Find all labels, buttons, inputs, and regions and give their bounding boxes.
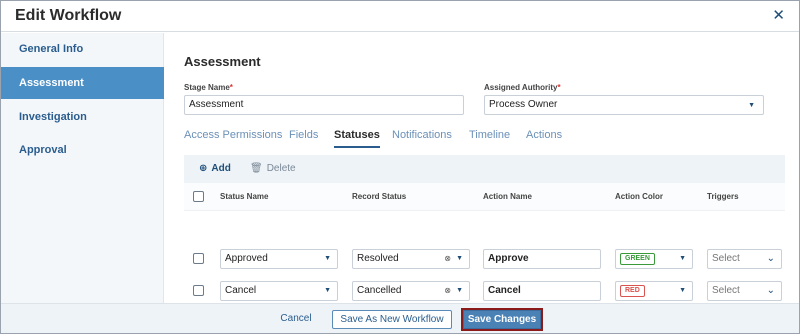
trash-icon: 🗑 — [250, 163, 263, 174]
chevron-down-icon: ▼ — [324, 255, 331, 262]
statuses-panel: ⊕ Add 🗑 Delete Status Name Record Status A… — [184, 155, 785, 303]
add-button[interactable]: ⊕ Add — [199, 163, 231, 174]
status-name-value: Cancel — [225, 285, 257, 296]
tab-fields[interactable]: Fields — [289, 129, 318, 141]
chevron-down-icon: ▼ — [456, 255, 463, 262]
assigned-authority-label: Assigned Authority* — [484, 83, 561, 92]
stage-name-input[interactable]: Assessment — [184, 95, 464, 115]
chevron-down-icon: ▼ — [456, 287, 463, 294]
triggers-value: Select — [712, 285, 740, 296]
record-status-value: Resolved — [357, 253, 399, 264]
chevron-down-icon: ▼ — [748, 102, 755, 109]
column-header: Action Name — [483, 192, 532, 201]
chevron-down-icon: ▼ — [679, 287, 686, 294]
triggers-select[interactable]: Select ⌄ — [707, 281, 782, 301]
row-checkbox[interactable] — [193, 285, 204, 296]
statuses-toolbar: ⊕ Add 🗑 Delete — [184, 155, 785, 183]
clear-icon[interactable]: ⊗ — [444, 250, 451, 268]
assigned-authority-label-text: Assigned Authority — [484, 83, 558, 92]
action-color-select[interactable]: GREEN ▼ — [615, 249, 693, 269]
row-checkbox[interactable] — [193, 253, 204, 264]
color-badge: GREEN — [620, 253, 655, 265]
tab-timeline[interactable]: Timeline — [469, 129, 510, 141]
action-name-input[interactable]: Cancel — [483, 281, 601, 301]
delete-button[interactable]: 🗑 Delete — [250, 163, 296, 174]
triggers-select[interactable]: Select ⌄ — [707, 249, 782, 269]
column-header: Record Status — [352, 192, 407, 201]
close-icon[interactable]: ✕ — [772, 8, 785, 24]
sidebar-item-investigation[interactable]: Investigation — [1, 101, 164, 133]
dialog-header: Edit Workflow ✕ — [1, 1, 799, 32]
tab-access-permissions[interactable]: Access Permissions — [184, 129, 282, 141]
record-status-select[interactable]: Cancelled ⊗ ▼ — [352, 281, 470, 301]
sidebar-item-approval[interactable]: Approval — [1, 134, 164, 166]
plus-circle-icon: ⊕ — [199, 163, 208, 174]
add-label: Add — [211, 163, 231, 174]
status-name-select[interactable]: Approved ▼ — [220, 249, 338, 269]
table-header: Status Name Record Status Action Name Ac… — [184, 183, 785, 211]
sidebar-item-general-info[interactable]: General Info — [1, 33, 164, 65]
triggers-value: Select — [712, 253, 740, 264]
select-all-checkbox[interactable] — [193, 191, 204, 202]
required-mark: * — [229, 83, 233, 92]
column-header: Triggers — [707, 192, 739, 201]
assigned-authority-value: Process Owner — [489, 99, 558, 110]
cancel-button[interactable]: Cancel — [273, 310, 319, 329]
sidebar: General Info Assessment Investigation Ap… — [1, 33, 164, 303]
tab-actions[interactable]: Actions — [526, 129, 562, 141]
delete-label: Delete — [266, 163, 296, 174]
sidebar-item-assessment[interactable]: Assessment — [1, 67, 164, 99]
chevron-down-icon: ⌄ — [766, 253, 775, 264]
save-changes-button[interactable]: Save Changes — [461, 308, 543, 331]
assigned-authority-select[interactable]: Process Owner ▼ — [484, 95, 764, 115]
clear-icon[interactable]: ⊗ — [444, 282, 451, 300]
stage-name-label-text: Stage Name — [184, 83, 230, 92]
dialog-title: Edit Workflow — [15, 7, 122, 24]
tab-statuses[interactable]: Statuses — [334, 129, 380, 148]
save-as-new-workflow-button[interactable]: Save As New Workflow — [332, 310, 452, 329]
column-header: Status Name — [220, 192, 269, 201]
required-mark: * — [557, 83, 561, 92]
color-badge: RED — [620, 285, 645, 297]
record-status-value: Cancelled — [357, 285, 402, 296]
status-name-value: Approved — [225, 253, 268, 264]
action-color-select[interactable]: RED ▼ — [615, 281, 693, 301]
tab-notifications[interactable]: Notifications — [392, 129, 452, 141]
edit-workflow-dialog: Edit Workflow ✕ General Info Assessment … — [0, 0, 800, 334]
stage-name-label: Stage Name* — [184, 83, 233, 92]
record-status-select[interactable]: Resolved ⊗ ▼ — [352, 249, 470, 269]
status-name-select[interactable]: Cancel ▼ — [220, 281, 338, 301]
main-content: Assessment Stage Name* Assessment Assign… — [165, 33, 799, 303]
section-title: Assessment — [184, 54, 261, 69]
column-header: Action Color — [615, 192, 663, 201]
chevron-down-icon: ⌄ — [766, 285, 775, 296]
chevron-down-icon: ▼ — [324, 287, 331, 294]
dialog-footer: Cancel Save As New Workflow Save Changes — [1, 303, 799, 333]
action-name-input[interactable]: Approve — [483, 249, 601, 269]
chevron-down-icon: ▼ — [679, 255, 686, 262]
